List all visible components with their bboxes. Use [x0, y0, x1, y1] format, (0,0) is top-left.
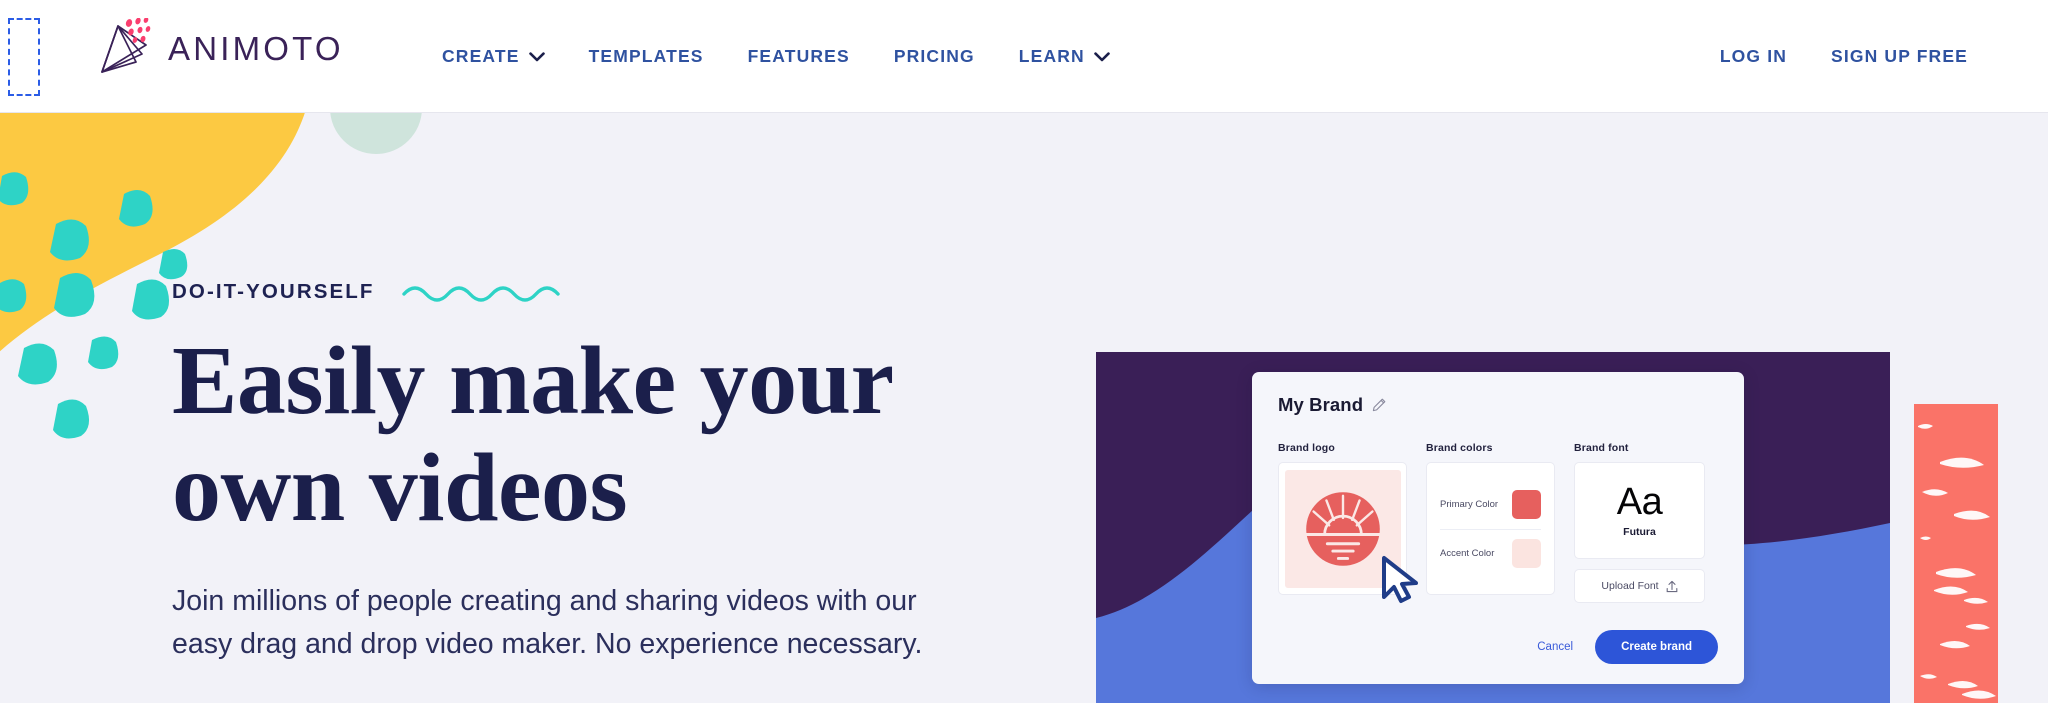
nav-label: SIGN UP FREE: [1831, 46, 1968, 66]
hero-eyebrow-row: DO-IT-YOURSELF: [172, 280, 972, 304]
accent-color-swatch[interactable]: [1512, 538, 1541, 568]
font-name-label: Futura: [1623, 526, 1656, 538]
page-root: ANIMOTO CREATE TEMPLATES FEATURES PRICIN…: [0, 0, 2048, 703]
nav-label: CREATE: [442, 46, 520, 66]
brand-logo-card[interactable]: [1278, 462, 1418, 603]
wavy-line-icon: [401, 286, 560, 302]
sign-up-free-link[interactable]: SIGN UP FREE: [1809, 0, 1990, 113]
chevron-down-icon: [1094, 51, 1110, 61]
brand-font-card[interactable]: Aa Futura: [1574, 462, 1705, 559]
nav-label: TEMPLATES: [588, 46, 704, 66]
modal-title: My Brand: [1278, 394, 1364, 415]
primary-color-swatch[interactable]: [1512, 490, 1541, 519]
brand-font-column: Brand font Aa Futura Upload Font: [1574, 442, 1705, 603]
brand-font-heading: Brand font: [1574, 442, 1629, 454]
nav-label: LOG IN: [1719, 46, 1788, 66]
chevron-down-icon: [528, 51, 545, 61]
auth-navigation: LOG IN SIGN UP FREE: [1698, 0, 1990, 113]
coral-pattern-panel: [1914, 404, 1998, 703]
nav-label: LEARN: [1018, 46, 1085, 66]
brand-logo-column: Brand logo: [1278, 442, 1418, 603]
nav-item-learn[interactable]: LEARN: [997, 0, 1132, 113]
main-navigation: CREATE TEMPLATES FEATURES PRICING LEARN: [420, 0, 1132, 113]
animoto-fan-icon: [101, 18, 151, 73]
primary-color-row[interactable]: Primary Color: [1440, 481, 1541, 529]
sunrise-logo-icon: [1304, 491, 1381, 566]
nav-item-create[interactable]: CREATE: [420, 0, 567, 113]
brand-colors-column: Brand colors Primary Color Accent Color: [1426, 442, 1555, 595]
modal-columns: Brand logo Brand colors Primary Color Ac…: [1278, 442, 1718, 603]
font-sample-text: Aa: [1616, 481, 1663, 523]
my-brand-modal: My Brand Brand logo Brand colors Primary…: [1252, 372, 1744, 684]
modal-action-row: Cancel Create brand: [1537, 630, 1718, 664]
create-brand-button[interactable]: Create brand: [1595, 630, 1718, 664]
hero-eyebrow: DO-IT-YOURSELF: [172, 280, 375, 303]
log-in-link[interactable]: LOG IN: [1698, 0, 1809, 113]
animoto-logo-link[interactable]: ANIMOTO: [92, 18, 344, 80]
primary-color-label: Primary Color: [1440, 499, 1499, 510]
pencil-icon[interactable]: [1372, 398, 1386, 412]
nav-item-templates[interactable]: TEMPLATES: [567, 0, 726, 113]
nav-item-features[interactable]: FEATURES: [726, 0, 872, 113]
upload-arrow-icon: [1666, 580, 1677, 592]
brand-colors-card: Primary Color Accent Color: [1426, 462, 1555, 595]
modal-title-row: My Brand: [1278, 394, 1718, 416]
cancel-button[interactable]: Cancel: [1537, 641, 1573, 653]
nav-item-pricing[interactable]: PRICING: [872, 0, 997, 113]
upload-font-label: Upload Font: [1601, 580, 1659, 592]
nav-label: FEATURES: [747, 46, 850, 66]
site-header: ANIMOTO CREATE TEMPLATES FEATURES PRICIN…: [0, 0, 2048, 113]
brush-stroke-pattern: [1918, 424, 1996, 699]
brand-logo-heading: Brand logo: [1278, 442, 1335, 454]
animoto-wordmark: ANIMOTO: [168, 30, 344, 67]
keyboard-focus-outline: [8, 18, 40, 96]
nav-label: PRICING: [893, 46, 975, 66]
product-showcase: My Brand Brand logo Brand colors Primary…: [1096, 352, 2048, 703]
page-title: Easily make your own videos: [172, 327, 892, 542]
accent-color-label: Accent Color: [1440, 547, 1495, 559]
brand-colors-heading: Brand colors: [1426, 442, 1493, 454]
hero-content: DO-IT-YOURSELF Easily make your own vide…: [172, 280, 972, 666]
hero-subtitle: Join millions of people creating and sha…: [172, 584, 923, 660]
upload-font-button[interactable]: Upload Font: [1574, 569, 1705, 603]
mouse-pointer-icon: [1382, 556, 1418, 603]
accent-color-row[interactable]: Accent Color: [1440, 528, 1541, 577]
